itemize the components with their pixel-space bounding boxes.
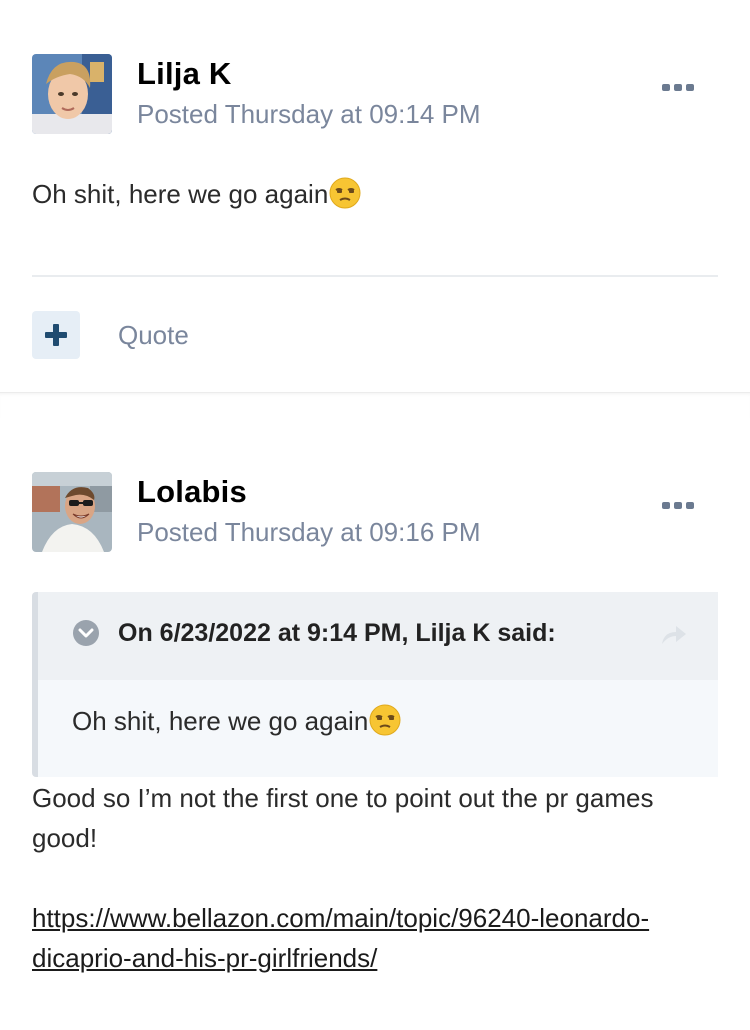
post-body-line: good! (32, 823, 98, 853)
post-link-line[interactable]: https://www.bellazon.com/main/topic/9624… (32, 898, 649, 938)
post-timestamp[interactable]: Posted Thursday at 09:14 PM (137, 99, 481, 130)
unamused-face-emoji-icon (329, 177, 361, 209)
post-body: Good so I’m not the first one to point o… (32, 778, 653, 858)
author-name[interactable]: Lolabis (137, 474, 247, 510)
quote-button[interactable]: Quote (118, 320, 189, 351)
post-timestamp[interactable]: Posted Thursday at 09:16 PM (137, 517, 481, 548)
share-arrow-icon[interactable] (660, 624, 688, 646)
avatar[interactable] (32, 472, 112, 552)
avatar[interactable] (32, 54, 112, 134)
quote-text-content: Oh shit, here we go again (72, 706, 369, 736)
quote-text: Oh shit, here we go again (72, 704, 401, 737)
post-link-line[interactable]: dicaprio-and-his-pr-girlfriends/ (32, 938, 649, 978)
avatar-image (32, 472, 112, 552)
post-lolabis: Lolabis Posted Thursday at 09:16 PM On 6… (0, 418, 750, 1030)
more-options-icon[interactable] (658, 76, 698, 100)
more-options-icon[interactable] (658, 494, 698, 518)
author-name[interactable]: Lilja K (137, 56, 231, 92)
chevron-down-icon[interactable] (72, 619, 100, 647)
reaction-plus-button[interactable] (32, 311, 80, 359)
post-body-text: Oh shit, here we go again (32, 179, 329, 209)
post-divider (32, 275, 718, 277)
quote-citation: On 6/23/2022 at 9:14 PM, Lilja K said: (118, 619, 556, 647)
post-body-line: Good so I’m not the first one to point o… (32, 783, 654, 813)
quote-block: On 6/23/2022 at 9:14 PM, Lilja K said: O… (32, 592, 718, 777)
unamused-face-emoji-icon (369, 704, 401, 736)
post-lilja-k: Lilja K Posted Thursday at 09:14 PM Oh s… (0, 0, 750, 392)
post-body: Oh shit, here we go again (32, 174, 361, 214)
post-link[interactable]: https://www.bellazon.com/main/topic/9624… (32, 898, 649, 978)
plus-icon (45, 324, 67, 346)
avatar-image (32, 54, 112, 134)
post-separator (0, 392, 750, 419)
quote-header: On 6/23/2022 at 9:14 PM, Lilja K said: (38, 592, 718, 680)
